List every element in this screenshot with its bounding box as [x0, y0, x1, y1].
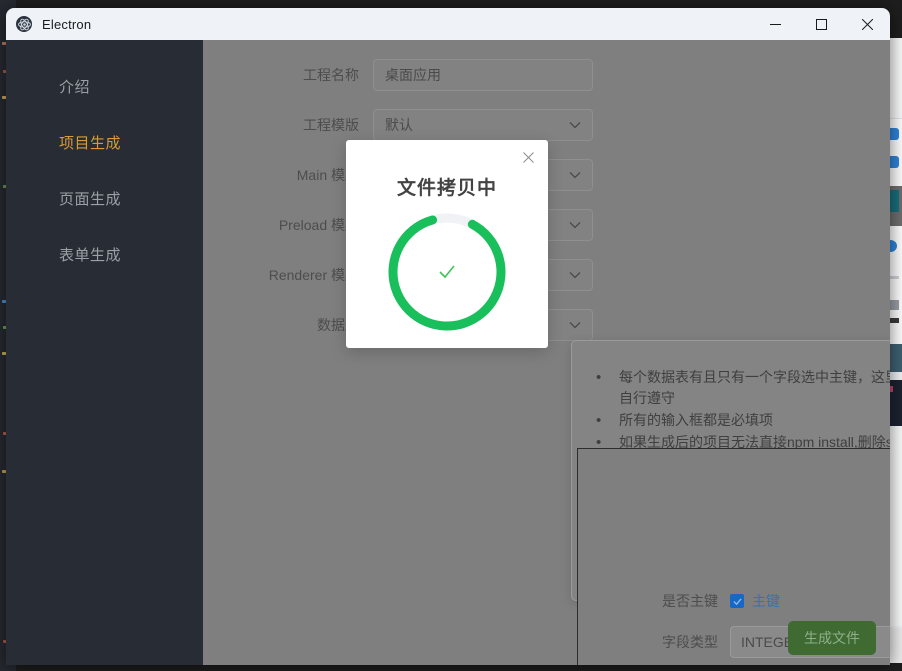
label-field-type: 字段类型: [662, 634, 718, 650]
primary-key-checkbox[interactable]: [730, 594, 744, 608]
generate-files-label: 生成文件: [804, 630, 860, 646]
sidebar-item-label: 介绍: [59, 78, 91, 96]
maximize-icon[interactable]: [798, 8, 844, 40]
app-body: 介绍 项目生成 页面生成 表单生成 工程名称 桌面应用 工程模版 默认 Main…: [6, 40, 890, 665]
check-icon: [383, 208, 511, 336]
form-row-project-template: 工程模版 默认: [203, 109, 890, 141]
project-generate-form: 工程名称 桌面应用 工程模版 默认 Main 模版 Preload 模版 Ren…: [203, 40, 890, 665]
generate-files-button[interactable]: 生成文件: [788, 621, 876, 655]
primary-key-checkbox-label: 主键: [752, 593, 780, 609]
window-title: Electron: [42, 16, 92, 32]
close-icon[interactable]: [520, 149, 536, 165]
table-row: 是否主键 主键: [578, 585, 890, 617]
form-row-project-name: 工程名称 桌面应用: [203, 59, 890, 91]
list-item: 每个数据表有且只有一个字段选中主键，这里没有做限制，请开发者自行遵守: [592, 367, 890, 409]
modal-title: 文件拷贝中: [396, 178, 497, 199]
project-name-value: 桌面应用: [385, 67, 441, 83]
chevron-down-icon: [569, 271, 581, 279]
label-project-name: 工程名称: [303, 67, 359, 83]
electron-app-window: Electron 介绍 项目生成 页面生成 表单生成 工程名称 桌面应用 工程模…: [6, 8, 890, 665]
chevron-down-icon: [569, 221, 581, 229]
progress-spinner: [383, 208, 511, 336]
sidebar-item-label: 表单生成: [59, 246, 122, 264]
sidebar-item-page-generate[interactable]: 页面生成: [6, 170, 203, 226]
check-icon: [732, 597, 742, 605]
chevron-down-icon: [569, 121, 581, 129]
sidebar-item-intro[interactable]: 介绍: [6, 58, 203, 114]
minimize-icon[interactable]: [752, 8, 798, 40]
sidebar-item-label: 项目生成: [59, 134, 122, 152]
sidebar: 介绍 项目生成 页面生成 表单生成: [6, 40, 203, 665]
electron-icon: [16, 16, 32, 32]
list-item: 所有的输入框都是必填项: [592, 410, 890, 431]
project-template-select[interactable]: 默认: [373, 109, 593, 141]
label-project-template: 工程模版: [303, 117, 359, 133]
file-copy-modal: 文件拷贝中: [346, 140, 548, 348]
chevron-down-icon: [569, 321, 581, 329]
project-name-input[interactable]: 桌面应用: [373, 59, 593, 91]
window-titlebar: Electron: [6, 8, 890, 40]
close-icon[interactable]: [844, 8, 890, 40]
sidebar-item-project-generate[interactable]: 项目生成: [6, 114, 203, 170]
chevron-down-icon: [569, 171, 581, 179]
project-template-value: 默认: [385, 117, 413, 133]
sidebar-item-form-generate[interactable]: 表单生成: [6, 226, 203, 282]
sidebar-item-label: 页面生成: [59, 190, 122, 208]
label-is-primary-key: 是否主键: [662, 593, 718, 609]
